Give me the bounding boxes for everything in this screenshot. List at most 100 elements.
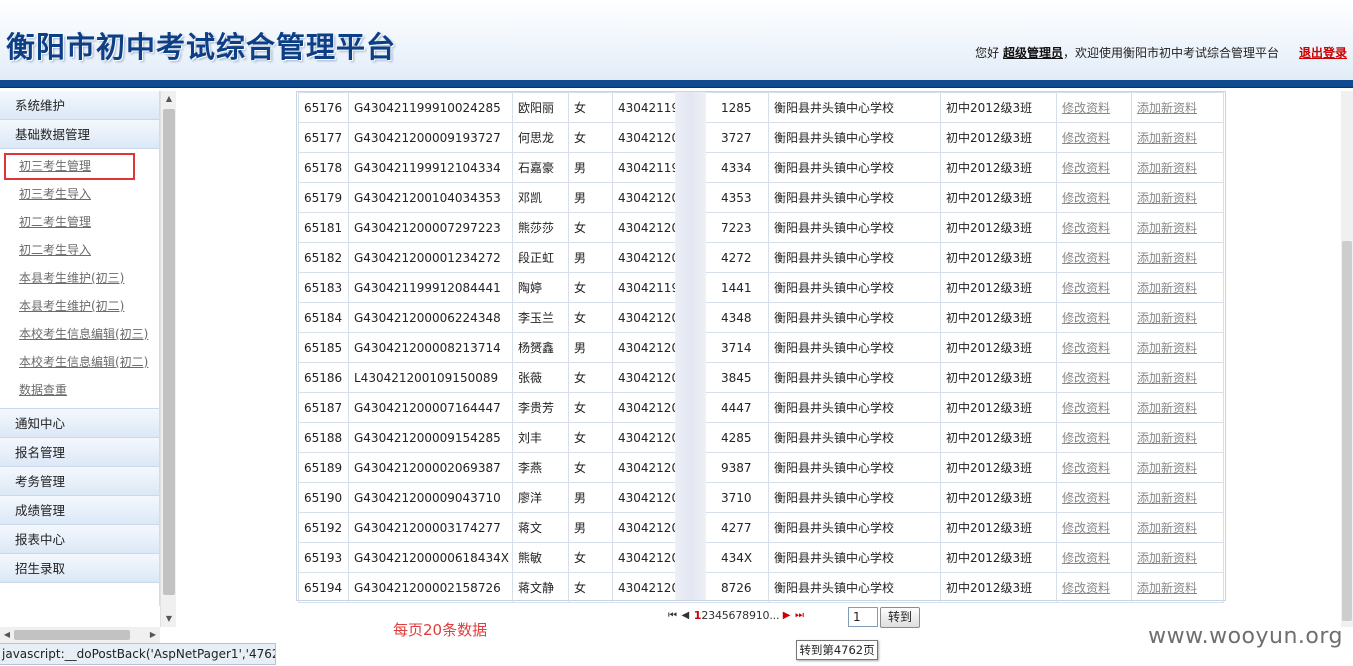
edit-record-link[interactable]: 修改资料: [1062, 311, 1110, 325]
edit-record-link[interactable]: 修改资料: [1062, 161, 1110, 175]
submenu-grade2-student-management[interactable]: 初二考生管理: [0, 208, 159, 236]
last-page-icon[interactable]: ⏭: [795, 610, 804, 621]
add-record-link[interactable]: 添加新资料: [1137, 341, 1197, 355]
menu-category-system[interactable]: 系统维护: [0, 91, 159, 120]
menu-category-registration[interactable]: 报名管理: [0, 438, 159, 467]
add-record-link[interactable]: 添加新资料: [1137, 311, 1197, 325]
cell-record-id: 65192: [298, 512, 349, 543]
submenu-grade3-student-import[interactable]: 初三考生导入: [0, 180, 159, 208]
cell-edit-action: 修改资料: [1056, 362, 1132, 393]
scroll-down-arrow-icon[interactable]: ▼: [161, 611, 177, 627]
cell-school: 衡阳县井头镇中心学校: [768, 92, 941, 123]
menu-category-exam-affairs[interactable]: 考务管理: [0, 467, 159, 496]
add-record-link[interactable]: 添加新资料: [1137, 281, 1197, 295]
add-record-link[interactable]: 添加新资料: [1137, 551, 1197, 565]
add-record-link[interactable]: 添加新资料: [1137, 371, 1197, 385]
cell-school: 衡阳县井头镇中心学校: [768, 302, 941, 333]
edit-record-link[interactable]: 修改资料: [1062, 131, 1110, 145]
id-card-suffix: 4348: [721, 311, 752, 325]
welcome-suffix: ，欢迎使用衡阳市初中考试综合管理平台: [1062, 46, 1279, 60]
add-record-link[interactable]: 添加新资料: [1137, 191, 1197, 205]
sidebar-vertical-scrollbar[interactable]: ▲ ▼: [160, 91, 176, 627]
cell-record-id: 65178: [298, 152, 349, 183]
cell-exam-number: G430421200104034353: [348, 182, 513, 213]
submenu-school-grade3-edit[interactable]: 本校考生信息编辑(初三): [0, 320, 159, 348]
submenu-grade2-student-import[interactable]: 初二考生导入: [0, 236, 159, 264]
username-link[interactable]: 超级管理员: [1003, 46, 1063, 60]
add-record-link[interactable]: 添加新资料: [1137, 431, 1197, 445]
add-record-link[interactable]: 添加新资料: [1137, 161, 1197, 175]
page-number-input[interactable]: 1: [848, 607, 878, 627]
menu-category-admission[interactable]: 招生录取: [0, 554, 159, 583]
cell-record-id: 65187: [298, 392, 349, 423]
main-scroll-thumb[interactable]: [1342, 241, 1352, 621]
edit-record-link[interactable]: 修改资料: [1062, 191, 1110, 205]
first-page-icon[interactable]: ⏮: [668, 610, 677, 621]
cell-record-id: 65188: [298, 422, 349, 453]
cell-student-name: 刘丰: [512, 422, 569, 453]
logout-link[interactable]: 退出登录: [1299, 44, 1347, 61]
sidebar-scroll-thumb[interactable]: [163, 109, 175, 595]
edit-record-link[interactable]: 修改资料: [1062, 491, 1110, 505]
cell-school: 衡阳县井头镇中心学校: [768, 422, 941, 453]
submenu-county-grade3-maintenance[interactable]: 本县考生维护(初三): [0, 264, 159, 292]
add-record-link[interactable]: 添加新资料: [1137, 491, 1197, 505]
submenu-county-grade2-maintenance[interactable]: 本县考生维护(初二): [0, 292, 159, 320]
edit-record-link[interactable]: 修改资料: [1062, 581, 1110, 595]
edit-record-link[interactable]: 修改资料: [1062, 281, 1110, 295]
cell-exam-number: G430421200002158726: [348, 572, 513, 603]
id-card-suffix: 3714: [721, 341, 752, 355]
cell-edit-action: 修改资料: [1056, 482, 1132, 513]
add-record-link[interactable]: 添加新资料: [1137, 251, 1197, 265]
next-page-icon[interactable]: ▶: [783, 610, 791, 621]
cell-gender: 女: [568, 212, 613, 243]
add-record-link[interactable]: 添加新资料: [1137, 131, 1197, 145]
edit-record-link[interactable]: 修改资料: [1062, 461, 1110, 475]
cell-school: 衡阳县井头镇中心学校: [768, 542, 941, 573]
cell-school: 衡阳县井头镇中心学校: [768, 212, 941, 243]
main-vertical-scrollbar[interactable]: [1341, 91, 1353, 627]
add-record-link[interactable]: 添加新资料: [1137, 401, 1197, 415]
edit-record-link[interactable]: 修改资料: [1062, 101, 1110, 115]
add-record-link[interactable]: 添加新资料: [1137, 461, 1197, 475]
sidebar-menu: 系统维护 基础数据管理 初三考生管理 初三考生导入 初二考生管理 初二考生导入 …: [0, 91, 160, 606]
add-record-link[interactable]: 添加新资料: [1137, 101, 1197, 115]
menu-category-basic-data[interactable]: 基础数据管理: [0, 120, 159, 149]
cell-exam-number: G430421200001234272: [348, 242, 513, 273]
scroll-right-arrow-icon[interactable]: ▶: [146, 627, 160, 643]
add-record-link[interactable]: 添加新资料: [1137, 521, 1197, 535]
cell-edit-action: 修改资料: [1056, 572, 1132, 603]
sidebar-hscroll-thumb[interactable]: [14, 630, 130, 640]
submenu-school-grade2-edit[interactable]: 本校考生信息编辑(初二): [0, 348, 159, 376]
submenu-grade3-student-management[interactable]: 初三考生管理: [0, 152, 159, 180]
id-card-suffix: 4334: [721, 161, 752, 175]
add-record-link[interactable]: 添加新资料: [1137, 221, 1197, 235]
scroll-left-arrow-icon[interactable]: ◀: [0, 627, 14, 643]
go-to-page-button[interactable]: 转到: [880, 607, 920, 628]
page-number-links[interactable]: 2345678910...: [701, 609, 779, 622]
table-row: 65179 G430421200104034353 邓凯男 4304212001 435…: [298, 182, 1224, 213]
edit-record-link[interactable]: 修改资料: [1062, 221, 1110, 235]
cell-record-id: 65177: [298, 122, 349, 153]
submenu-duplicate-check[interactable]: 数据查重: [0, 376, 159, 404]
edit-record-link[interactable]: 修改资料: [1062, 341, 1110, 355]
annotation-per-page-note: 每页20条数据: [393, 621, 488, 639]
menu-category-reports[interactable]: 报表中心: [0, 525, 159, 554]
edit-record-link[interactable]: 修改资料: [1062, 401, 1110, 415]
cell-gender: 女: [568, 92, 613, 123]
add-record-link[interactable]: 添加新资料: [1137, 581, 1197, 595]
cell-student-name: 廖洋: [512, 482, 569, 513]
edit-record-link[interactable]: 修改资料: [1062, 521, 1110, 535]
edit-record-link[interactable]: 修改资料: [1062, 431, 1110, 445]
scroll-up-arrow-icon[interactable]: ▲: [161, 91, 177, 107]
edit-record-link[interactable]: 修改资料: [1062, 551, 1110, 565]
menu-category-scores[interactable]: 成绩管理: [0, 496, 159, 525]
cell-class: 初中2012级3班: [940, 212, 1057, 243]
edit-record-link[interactable]: 修改资料: [1062, 371, 1110, 385]
table-row: 65186 L430421200109150089 张薇女 430421200 3845…: [298, 362, 1224, 393]
edit-record-link[interactable]: 修改资料: [1062, 251, 1110, 265]
menu-category-notifications[interactable]: 通知中心: [0, 409, 159, 438]
sidebar-horizontal-scrollbar[interactable]: ◀ ▶: [0, 627, 160, 643]
cell-gender: 女: [568, 452, 613, 483]
prev-page-icon[interactable]: ◀: [682, 610, 690, 621]
